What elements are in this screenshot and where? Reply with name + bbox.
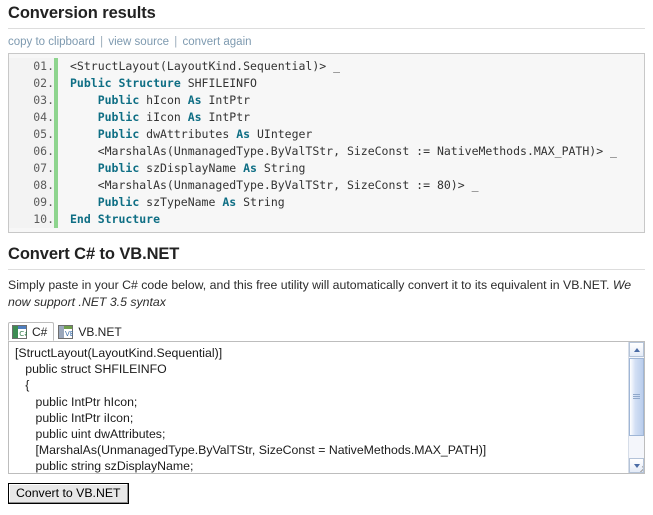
code-line: 09. Public szTypeName As String	[9, 194, 644, 211]
link-separator-2: |	[174, 36, 178, 48]
line-number: 01.	[9, 58, 54, 75]
svg-text:C#: C#	[19, 330, 27, 338]
line-number: 09.	[9, 194, 54, 211]
converter-title: Convert C# to VB.NET	[8, 245, 180, 263]
page-root: Conversion results copy to clipboard | v…	[0, 0, 653, 515]
input-scrollbar[interactable]	[628, 342, 644, 473]
code-line-text: Public szTypeName As String	[97, 195, 285, 209]
submit-row: Convert to VB.NET	[8, 474, 645, 504]
code-line: 07. Public szDisplayName As String	[9, 160, 644, 177]
results-actions: copy to clipboard | view source | conver…	[8, 34, 645, 53]
code-line: 01. <StructLayout(LayoutKind.Sequential)>…	[9, 58, 644, 75]
code-line: 03. Public hIcon As IntPtr	[9, 92, 644, 109]
code-line: 06. <MarshalAs(UnmanagedType.ByValTStr, …	[9, 143, 644, 160]
chevron-up-icon	[633, 347, 640, 352]
title-divider-2	[8, 269, 645, 270]
title-divider-1	[8, 28, 645, 29]
line-number: 06.	[9, 143, 54, 160]
code-line: 02. Public Structure SHFILEINFO	[9, 75, 644, 92]
scrollbar-thumb[interactable]	[629, 358, 644, 436]
tab-csharp-label: C#	[32, 324, 48, 339]
convert-to-vbnet-button[interactable]: Convert to VB.NET	[8, 483, 129, 504]
link-separator-1: |	[100, 36, 104, 48]
code-line: 08. <MarshalAs(UnmanagedType.ByValTStr, …	[9, 177, 644, 194]
intro-text: Simply paste in your C# code below, and …	[8, 278, 613, 292]
tab-vbnet-label: VB.NET	[78, 324, 122, 339]
view-source-link[interactable]: view source	[108, 36, 169, 48]
line-number: 05.	[9, 126, 54, 143]
code-line-text: <MarshalAs(UnmanagedType.ByValTStr, Size…	[70, 178, 479, 192]
line-number: 04.	[9, 109, 54, 126]
line-number: 02.	[9, 75, 54, 92]
conversion-output-code-block: 01. <StructLayout(LayoutKind.Sequential)>…	[8, 53, 645, 233]
converter-intro: Simply paste in your C# code below, and …	[8, 277, 645, 311]
textarea-resize-handle[interactable]	[632, 461, 643, 472]
tab-csharp[interactable]: C# C#	[8, 322, 55, 341]
code-line: 05. Public dwAttributes As UInteger	[9, 126, 644, 143]
tab-vbnet[interactable]: VB VB.NET	[54, 322, 128, 341]
line-number: 03.	[9, 92, 54, 109]
code-line-text: Public dwAttributes As UInteger	[97, 127, 313, 141]
scroll-up-button[interactable]	[629, 342, 644, 357]
csharp-input-text[interactable]: [StructLayout(LayoutKind.Sequential)] pu…	[9, 342, 506, 473]
line-number: 10.	[9, 211, 54, 228]
code-line-text: Public Structure SHFILEINFO	[70, 76, 257, 90]
svg-text:VB: VB	[65, 330, 73, 338]
vbnet-file-icon: VB	[58, 324, 74, 339]
line-number: 08.	[9, 177, 54, 194]
code-lines-container: 01. <StructLayout(LayoutKind.Sequential)>…	[9, 54, 644, 228]
copy-to-clipboard-link[interactable]: copy to clipboard	[8, 36, 95, 48]
code-line-text: Public hIcon As IntPtr	[97, 93, 251, 107]
code-line: 04. Public iIcon As IntPtr	[9, 109, 644, 126]
code-line-text: <StructLayout(LayoutKind.Sequential)> _	[70, 59, 341, 73]
code-line-text: Public szDisplayName As String	[97, 161, 306, 175]
code-line-text: Public iIcon As IntPtr	[97, 110, 251, 124]
code-line-text: <MarshalAs(UnmanagedType.ByValTStr, Size…	[70, 144, 617, 158]
code-line-text: End Structure	[70, 212, 161, 226]
csharp-file-icon: C#	[12, 324, 27, 339]
code-line: 10. End Structure	[9, 211, 644, 228]
scrollbar-grip-icon	[633, 394, 640, 400]
line-number: 07.	[9, 160, 54, 177]
convert-again-link[interactable]: convert again	[182, 36, 251, 48]
language-tabs: C# C# VB VB.NET	[8, 321, 645, 341]
csharp-input-area[interactable]: [StructLayout(LayoutKind.Sequential)] pu…	[8, 341, 645, 474]
conversion-results-title: Conversion results	[8, 4, 156, 22]
